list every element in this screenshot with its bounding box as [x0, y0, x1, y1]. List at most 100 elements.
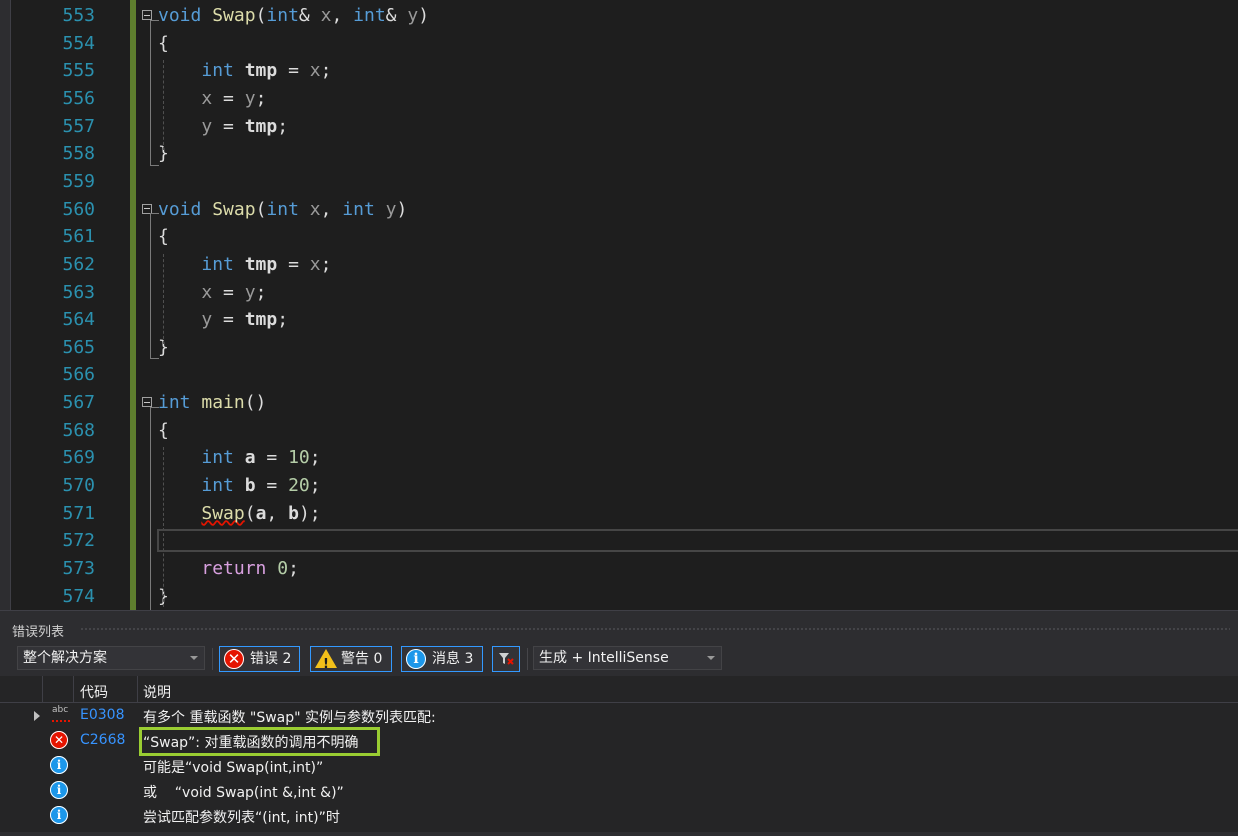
code-token: ;	[277, 115, 289, 137]
collapse-icon[interactable]	[142, 10, 152, 20]
build-source-value: 生成 + IntelliSense	[539, 650, 669, 666]
code-line[interactable]: 565}	[0, 334, 1238, 362]
code-token: y	[385, 198, 397, 220]
message-row[interactable]: i 或 “void Swap(int &,int &)”	[0, 778, 1238, 803]
code-token: x	[320, 5, 332, 26]
code-token: &	[385, 5, 408, 26]
code-token: a	[244, 447, 256, 469]
messages-filter-button[interactable]: i 消息 3	[401, 646, 483, 672]
annotation-highlight-box	[139, 727, 380, 756]
column-header-description[interactable]: 说明	[143, 682, 171, 702]
code-line[interactable]: 555 int tmp = x;	[0, 57, 1238, 85]
error-list-panel: 错误列表 整个解决方案 ✕ 错误 2 ! 警告 0 i 消息 3 生成 + In…	[0, 610, 1238, 836]
error-row[interactable]: abc E0308 有多个 重载函数 "Swap" 实例与参数列表匹配:	[0, 703, 1238, 728]
code-line[interactable]: 554 {	[0, 30, 1238, 58]
code-line[interactable]: 558}	[0, 140, 1238, 168]
collapse-icon[interactable]	[142, 397, 152, 408]
line-number: 572	[62, 530, 95, 552]
code-line[interactable]: 566	[0, 361, 1238, 389]
code-token: void	[158, 5, 202, 26]
code-token: );	[298, 502, 321, 524]
code-editor[interactable]: 553 void Swap(int& x, int& y) 554{555 int …	[0, 0, 1238, 610]
error-code-link[interactable]: C2668	[80, 732, 125, 748]
code-line[interactable]: 567 int main()	[0, 389, 1238, 417]
code-token: b	[288, 502, 299, 524]
title-bar-grip	[80, 627, 1230, 632]
column-header-code[interactable]: 代码	[80, 682, 108, 702]
code-line[interactable]: 571 Swap(a, b);	[0, 500, 1238, 528]
errors-filter-button[interactable]: ✕ 错误 2	[219, 646, 300, 672]
code-token: x	[201, 87, 213, 109]
code-token: int	[266, 5, 299, 26]
code-token: ;	[288, 558, 299, 579]
code-token: y	[201, 115, 213, 137]
toolbar-separator	[527, 648, 528, 670]
indent-guide	[163, 447, 164, 607]
line-number: 559	[62, 170, 95, 192]
code-line[interactable]: 563 x = y;	[0, 279, 1238, 307]
message-description: 或 “void Swap(int &,int &)”	[143, 785, 344, 801]
warning-icon: !	[315, 649, 337, 672]
code-token: tmp	[244, 60, 278, 82]
error-list-title-bar[interactable]: 错误列表	[0, 610, 1238, 647]
code-line[interactable]: 568 {	[0, 417, 1238, 445]
panel-bottom-border	[0, 832, 1238, 836]
code-line[interactable]: 560 void Swap(int x, int y)	[0, 196, 1238, 224]
code-text: {	[158, 227, 169, 247]
code-line[interactable]: 573 return 0;	[0, 555, 1238, 583]
code-line[interactable]: 562 int tmp = x;	[0, 251, 1238, 279]
code-token: =	[255, 475, 289, 497]
line-number: 570	[62, 475, 95, 497]
expand-arrow-icon[interactable]	[34, 711, 40, 721]
filter-button[interactable]	[492, 646, 520, 672]
code-text: int main()	[158, 393, 266, 413]
line-number: 556	[62, 87, 95, 109]
code-token: void	[158, 198, 202, 220]
info-icon: i	[406, 649, 426, 669]
code-token: ,	[266, 502, 289, 524]
code-line[interactable]: 570 int b = 20;	[0, 472, 1238, 500]
code-token: a	[255, 502, 267, 524]
info-icon: i	[50, 781, 68, 799]
code-text: x = y;	[158, 87, 266, 109]
code-text: x = y;	[158, 282, 266, 303]
code-text: int b = 20;	[158, 475, 320, 497]
code-token: {	[158, 32, 169, 54]
code-token: tmp	[244, 253, 278, 275]
code-token: ;	[320, 60, 332, 82]
code-line[interactable]: 569 int a = 10;	[0, 444, 1238, 472]
code-token: {	[158, 419, 169, 441]
message-row[interactable]: i 可能是“void Swap(int,int)”	[0, 753, 1238, 778]
build-source-combo[interactable]: 生成 + IntelliSense	[533, 646, 722, 670]
scope-combo[interactable]: 整个解决方案	[17, 646, 205, 670]
error-list-toolbar: 整个解决方案 ✕ 错误 2 ! 警告 0 i 消息 3 生成 + Intelli…	[0, 646, 1238, 676]
indent-guide	[163, 60, 164, 150]
code-line[interactable]: 553 void Swap(int& x, int& y)	[0, 2, 1238, 30]
warnings-filter-button[interactable]: ! 警告 0	[310, 646, 392, 672]
code-token: y	[244, 87, 256, 109]
code-line[interactable]: 564 y = tmp;	[0, 306, 1238, 334]
code-token: int	[353, 5, 386, 26]
message-row[interactable]: i 尝试匹配参数列表“(int, int)”时	[0, 803, 1238, 828]
code-line[interactable]: 556 x = y;	[0, 85, 1238, 113]
code-token: {	[158, 226, 169, 248]
code-line[interactable]: 557 y = tmp;	[0, 113, 1238, 141]
error-code-link[interactable]: E0308	[80, 707, 124, 723]
code-text: int tmp = x;	[158, 61, 331, 81]
code-token: return	[201, 558, 267, 579]
line-number: 561	[62, 226, 95, 248]
info-icon: i	[50, 756, 68, 774]
code-line[interactable]: 561 {	[0, 223, 1238, 251]
code-token: )	[396, 198, 408, 220]
code-line[interactable]: 559	[0, 168, 1238, 196]
code-token: y	[201, 309, 213, 331]
code-text: void Swap(int& x, int& y)	[158, 6, 429, 26]
current-line-highlight	[157, 529, 1238, 552]
code-line[interactable]: 574}	[0, 583, 1238, 610]
